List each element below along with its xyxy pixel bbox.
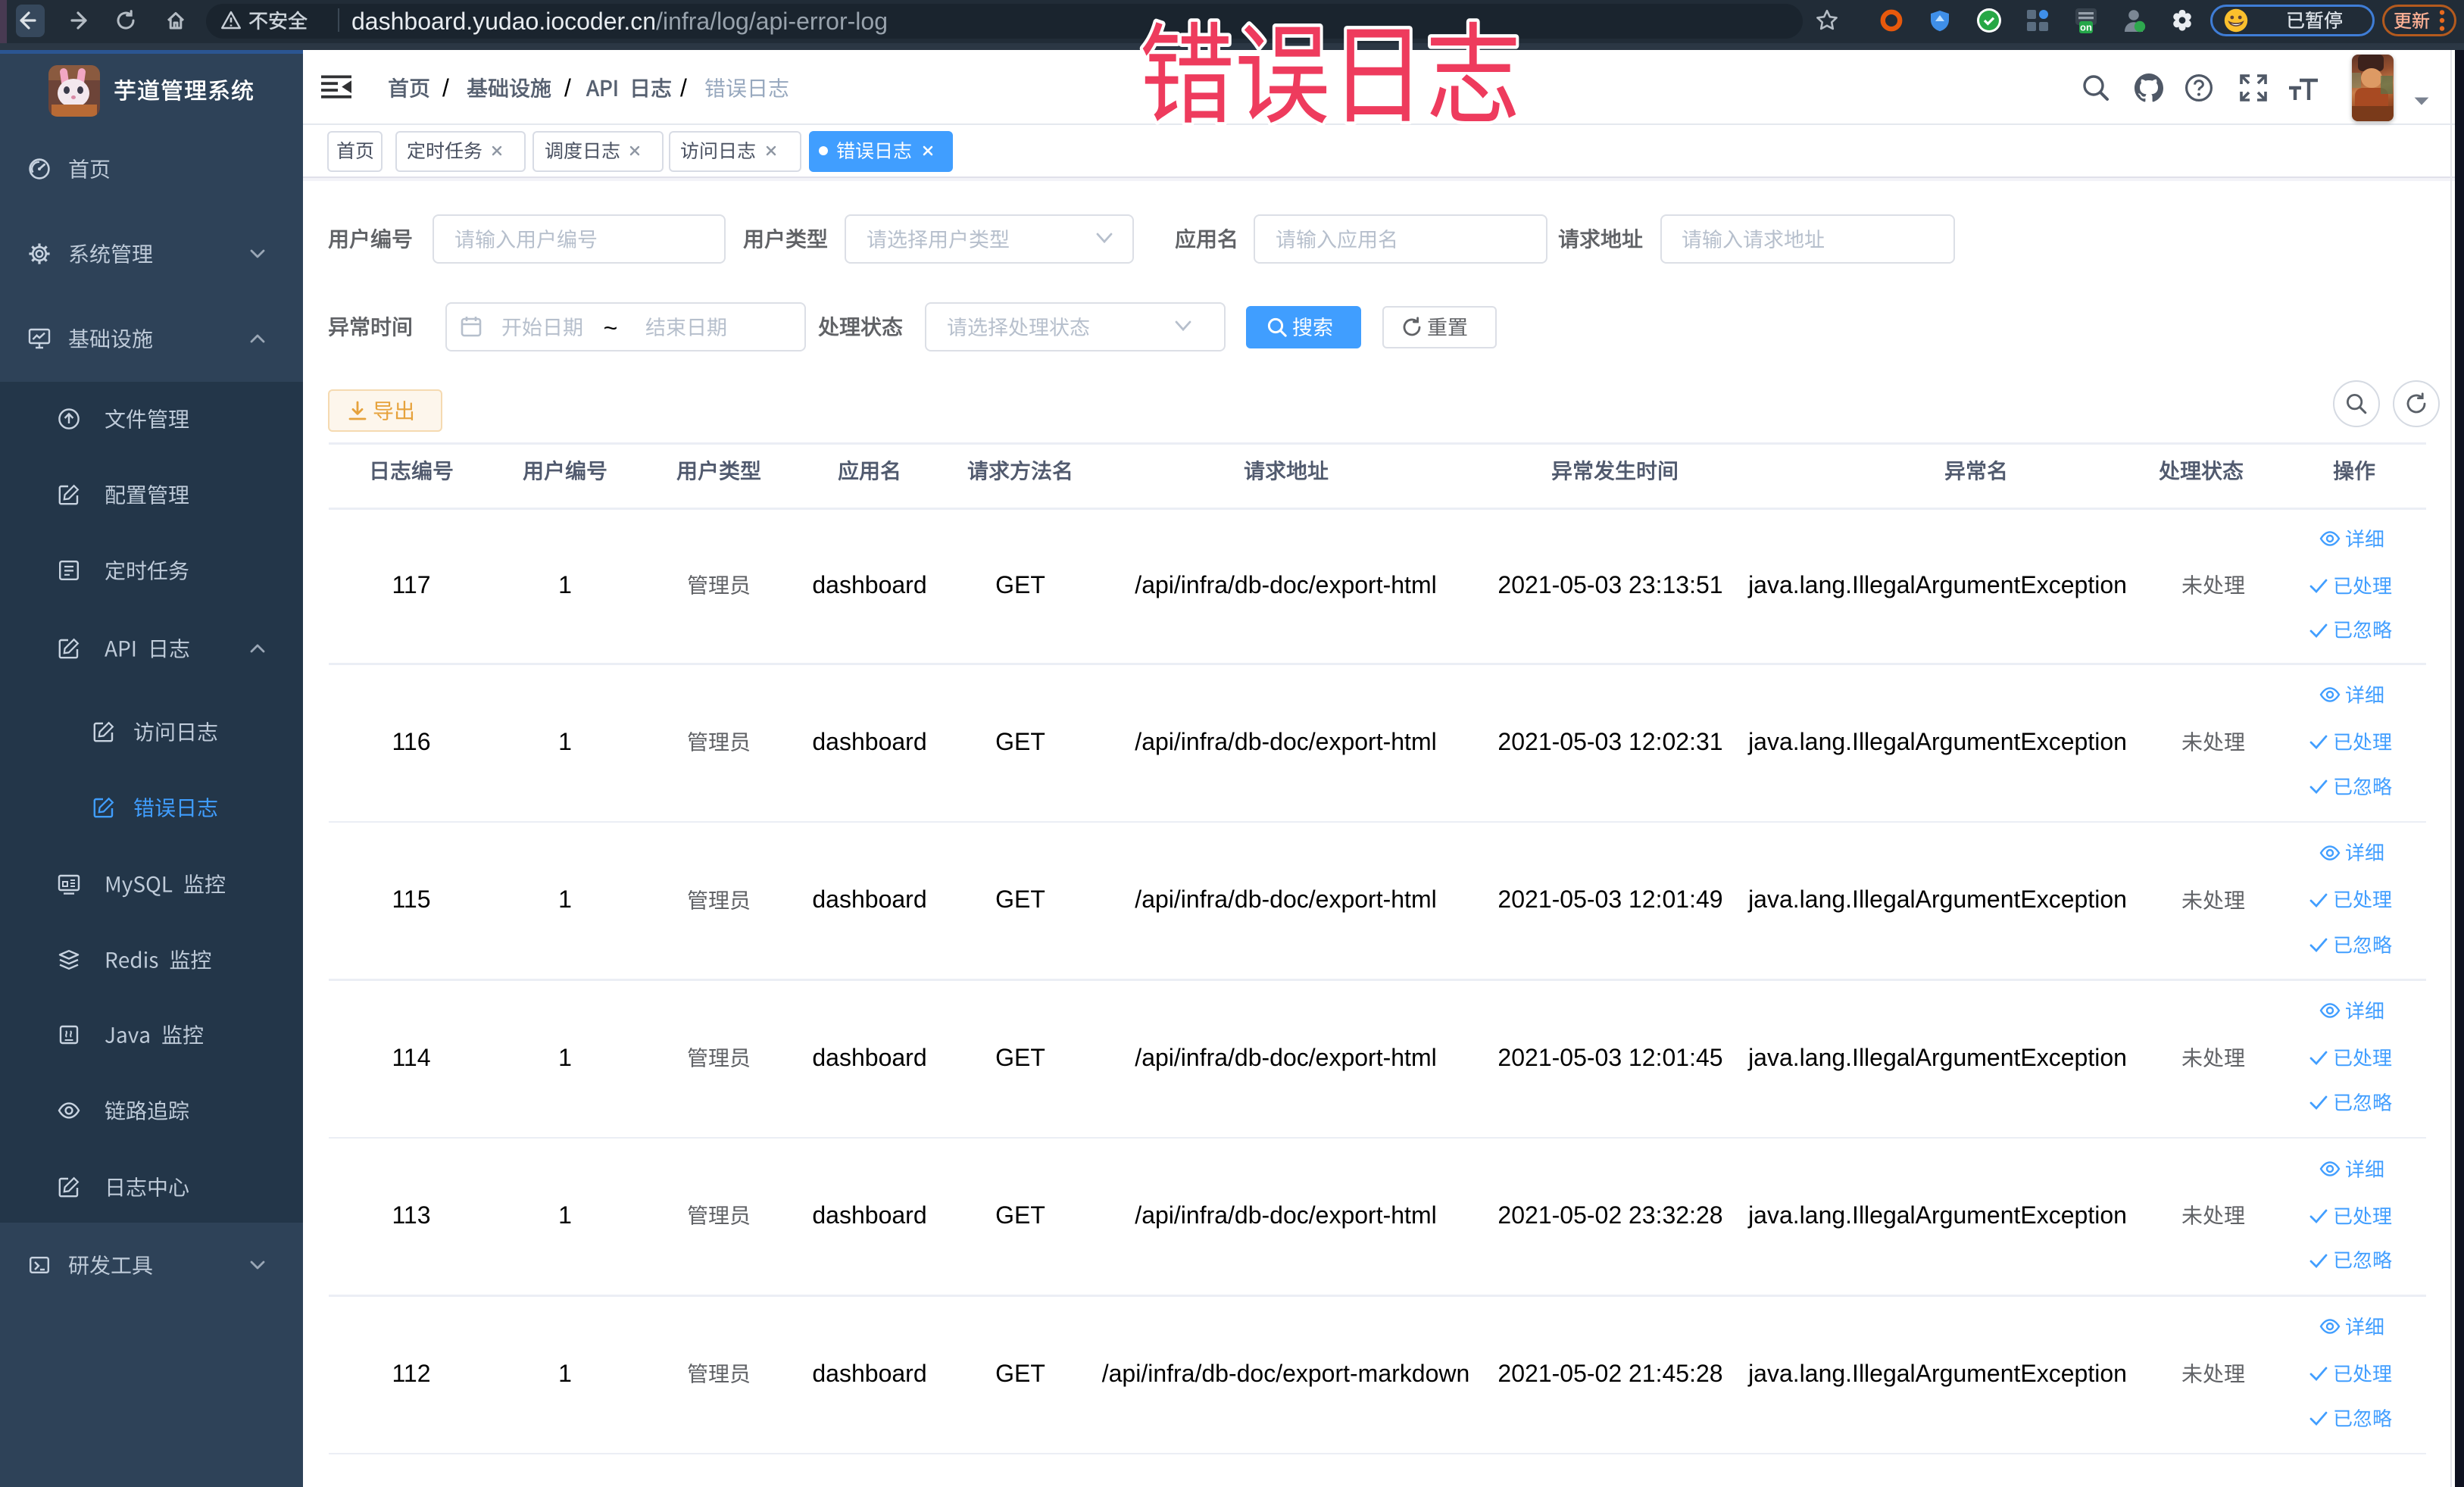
svg-text:on: on bbox=[2080, 22, 2092, 33]
